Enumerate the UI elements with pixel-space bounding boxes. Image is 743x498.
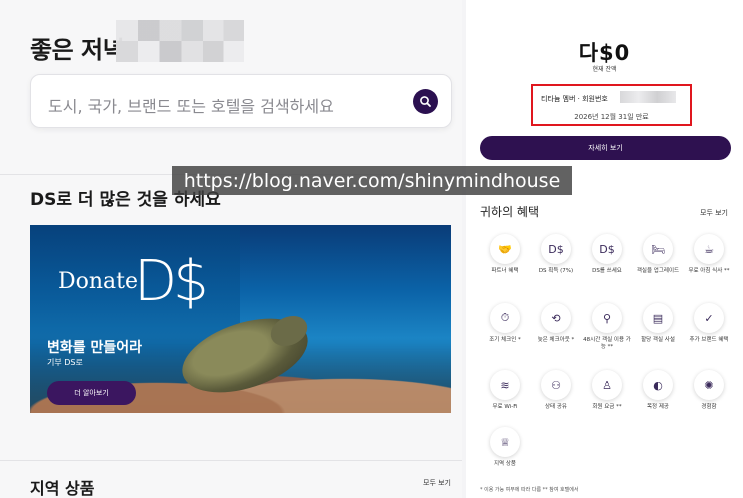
donate-banner[interactable]: Donate D$ 변화를 만들어라 기부 DS로 더 알아보기 bbox=[30, 225, 451, 413]
suite-icon: ▤ bbox=[643, 303, 673, 333]
benefit-label: 목정 제공 bbox=[647, 404, 669, 410]
benefit-item[interactable]: ⚲ 48시간 객실 이용 가능 ** bbox=[582, 303, 632, 352]
account-card: 다$0 현재 잔액 티타늄 멤버 · 회원번호 2026년 12월 31일 만료… bbox=[466, 0, 743, 165]
search-input[interactable]: 도시, 국가, 브랜드 또는 호텔을 검색하세요 bbox=[48, 93, 334, 117]
benefit-label: 회원 요금 ** bbox=[592, 404, 622, 410]
benefit-item[interactable]: ✺ 경험함 bbox=[684, 370, 734, 411]
benefit-item[interactable]: 🛏 객실을 업그레이드 bbox=[633, 234, 683, 275]
benefits-title: 귀하의 혜택 bbox=[480, 205, 540, 219]
points-balance: 다$0 bbox=[578, 41, 631, 65]
late-checkout-icon: ⟲ bbox=[541, 303, 571, 333]
water-icon: ◐ bbox=[643, 370, 673, 400]
benefit-label: 추가 브랜드 혜택 bbox=[689, 337, 729, 343]
benefit-item[interactable]: ♙ 회원 요금 ** bbox=[582, 370, 632, 411]
benefit-label: 파트너 혜택 bbox=[491, 268, 519, 274]
benefit-label: 무료 아침 식사 ** bbox=[688, 268, 730, 274]
bed-icon: 🛏 bbox=[643, 234, 673, 264]
donate-logo-text: Donate bbox=[58, 269, 139, 294]
blog-watermark: https://blog.naver.com/shinymindhouse bbox=[172, 166, 572, 195]
view-details-button[interactable]: 자세히 보기 bbox=[480, 136, 731, 160]
benefit-item[interactable]: ◐ 목정 제공 bbox=[633, 370, 683, 411]
banner-subtitle: 기부 DS로 bbox=[47, 358, 83, 367]
experience-icon: ✺ bbox=[694, 370, 724, 400]
benefit-item[interactable]: ⚇ 상태 공유 bbox=[531, 370, 581, 411]
learn-more-button[interactable]: 더 알아보기 bbox=[47, 381, 136, 405]
ds-use-icon: D$ bbox=[592, 234, 622, 264]
benefit-label: 할당 객실 사설 bbox=[641, 337, 675, 343]
gift-icon: ♙ bbox=[592, 370, 622, 400]
benefit-item[interactable]: ♕ 지역 상품 bbox=[480, 427, 530, 468]
early-checkin-icon: ⏱ bbox=[490, 303, 520, 333]
benefit-item[interactable]: ✓ 추가 브랜드 혜택 bbox=[684, 303, 734, 344]
redacted-member-number bbox=[620, 91, 676, 103]
benefit-item[interactable]: 🤝 파트너 혜택 bbox=[480, 234, 530, 275]
benefit-label: 상태 공유 bbox=[545, 404, 567, 410]
section-divider bbox=[0, 460, 462, 461]
breakfast-icon: ☕ bbox=[694, 234, 724, 264]
status-match-icon: ⚇ bbox=[541, 370, 571, 400]
handshake-icon: 🤝 bbox=[490, 234, 520, 264]
benefit-item[interactable]: D$ DS를 쓰세요 bbox=[582, 234, 632, 275]
benefits-footnote: * 이용 가능 여부에 따라 다름 ** 참여 호텔에서 bbox=[480, 487, 579, 493]
benefit-item[interactable]: ▤ 할당 객실 사설 bbox=[633, 303, 683, 344]
benefit-label: 객실을 업그레이드 bbox=[636, 268, 680, 274]
benefit-item[interactable]: ≋ 무료 Wi-Fi bbox=[480, 370, 530, 411]
benefit-label: 무료 Wi-Fi bbox=[492, 404, 518, 410]
ds-logo: D$ bbox=[134, 249, 209, 314]
greeting-heading: 좋은 저녁 bbox=[30, 36, 125, 64]
banner-title: 변화를 만들어라 bbox=[47, 340, 143, 356]
expiry-date: 2026년 12월 31일 만료 bbox=[574, 113, 649, 121]
search-button[interactable] bbox=[413, 89, 438, 114]
redacted-name-lower bbox=[116, 41, 244, 62]
benefit-label: DS를 쓰세요 bbox=[592, 268, 622, 274]
search-bar[interactable]: 도시, 국가, 브랜드 또는 호텔을 검색하세요 bbox=[30, 74, 452, 128]
benefit-item[interactable]: D$ DS 획득 (7%) bbox=[531, 234, 581, 275]
benefit-label: DS 획득 (7%) bbox=[538, 268, 574, 274]
benefit-item[interactable]: ⟲ 늦은 체크아웃 * bbox=[531, 303, 581, 344]
crown-icon: ♕ bbox=[490, 427, 520, 457]
balance-label: 현재 잔액 bbox=[592, 66, 617, 73]
region-view-all-link[interactable]: 모두 보기 bbox=[423, 478, 451, 488]
main-panel: 좋은 저녁 도시, 국가, 브랜드 또는 호텔을 검색하세요 DS로 더 많은 … bbox=[0, 0, 462, 498]
ds-earn-icon: D$ bbox=[541, 234, 571, 264]
account-panel: 다$0 현재 잔액 티타늄 멤버 · 회원번호 2026년 12월 31일 만료… bbox=[466, 0, 743, 498]
member-info-box: 티타늄 멤버 · 회원번호 2026년 12월 31일 만료 bbox=[531, 84, 692, 126]
wifi-icon: ≋ bbox=[490, 370, 520, 400]
region-title: 지역 상품 bbox=[30, 479, 95, 498]
benefit-label: 경험함 bbox=[701, 404, 717, 410]
benefits-view-all-link[interactable]: 모두 보기 bbox=[700, 208, 728, 218]
benefit-label: 늦은 체크아웃 * bbox=[537, 337, 575, 343]
benefit-label: 조기 체크인 * bbox=[489, 337, 521, 343]
guarantee-icon: ⚲ bbox=[592, 303, 622, 333]
brand-benefit-icon: ✓ bbox=[694, 303, 724, 333]
benefit-label: 지역 상품 bbox=[494, 461, 516, 467]
benefit-item[interactable]: ⏱ 조기 체크인 * bbox=[480, 303, 530, 344]
search-icon bbox=[420, 96, 431, 107]
benefit-label: 48시간 객실 이용 가능 ** bbox=[583, 337, 631, 351]
benefit-item[interactable]: ☕ 무료 아침 식사 ** bbox=[684, 234, 734, 275]
member-tier: 티타늄 멤버 · 회원번호 bbox=[541, 95, 608, 103]
